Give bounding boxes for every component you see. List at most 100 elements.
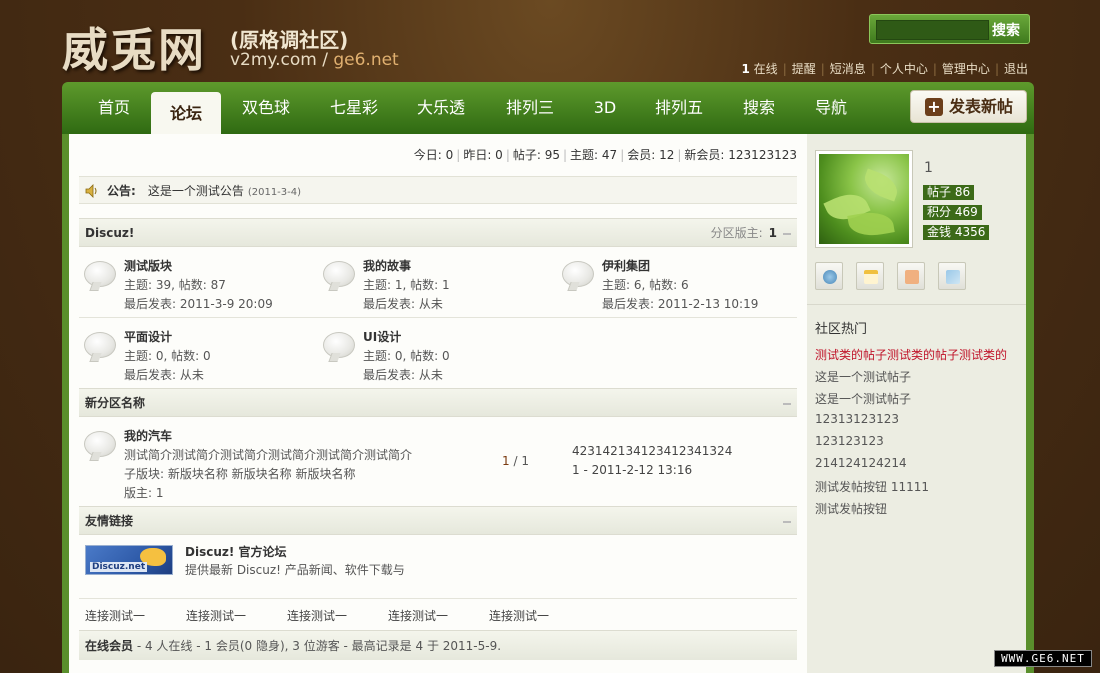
- forum-name[interactable]: 我的故事: [363, 257, 411, 274]
- hot-item[interactable]: 214124124214: [815, 456, 907, 470]
- profile-card-icon[interactable]: [938, 262, 966, 290]
- profile-link[interactable]: 个人中心: [880, 62, 928, 76]
- watermark: WWW.GE6.NET: [994, 650, 1092, 667]
- nav-qixingcai[interactable]: 七星彩: [320, 88, 388, 134]
- hot-item[interactable]: 123123123: [815, 434, 884, 448]
- category-title[interactable]: 新分区名称: [85, 396, 145, 410]
- text-link[interactable]: 连接测试一: [85, 607, 186, 624]
- nav-home[interactable]: 首页: [82, 88, 146, 134]
- link-site-name[interactable]: Discuz! 官方论坛: [185, 543, 287, 560]
- messages-link[interactable]: 短消息: [830, 62, 866, 76]
- divider: [807, 304, 1026, 305]
- logout-link[interactable]: 退出: [1004, 62, 1028, 76]
- forum-name[interactable]: 平面设计: [124, 328, 172, 345]
- text-link[interactable]: 连接测试一: [186, 607, 287, 624]
- new-post-button[interactable]: + 发表新帖: [910, 90, 1027, 123]
- online-link[interactable]: 在线: [754, 62, 778, 76]
- forum-last-post: 最后发表: 从未: [363, 297, 443, 311]
- logo-text: Discuz.net: [90, 562, 148, 572]
- speaker-icon: [85, 184, 97, 198]
- nav-search[interactable]: 搜索: [732, 88, 786, 134]
- forum-last-title[interactable]: 423142134123412341324: [572, 444, 732, 458]
- nav-pailiewu[interactable]: 排列五: [645, 88, 713, 134]
- reminder-link[interactable]: 提醒: [792, 62, 816, 76]
- nav-navigation[interactable]: 导航: [804, 88, 858, 134]
- forum-name[interactable]: 我的汽车: [124, 427, 172, 444]
- stat-today: 今日: 0: [413, 148, 454, 162]
- forum-count: 1 / 1: [502, 454, 529, 468]
- new-post-label: 发表新帖: [949, 97, 1014, 116]
- stat-yesterday: 昨日: 0: [463, 148, 503, 162]
- forum-stats: 主题: 0, 帖数: 0: [124, 349, 211, 363]
- forum-item[interactable]: 我的汽车 测试简介测试简介测试简介测试简介测试简介测试简介 子版块: 新版块名称…: [84, 427, 484, 507]
- header-search: 搜索: [869, 14, 1030, 44]
- admin-link[interactable]: 管理中心: [942, 62, 990, 76]
- avatar-image: [819, 154, 909, 244]
- hot-item[interactable]: 测试发帖按钮: [815, 500, 887, 517]
- collapse-icon[interactable]: [783, 402, 791, 405]
- forum-name[interactable]: 伊利集团: [602, 257, 650, 274]
- forum-item[interactable]: 平面设计 主题: 0, 帖数: 0 最后发表: 从未: [84, 328, 314, 388]
- discuz-logo[interactable]: Discuz.net: [85, 545, 173, 575]
- divider: [79, 317, 797, 318]
- stat-members: 会员: 12: [627, 148, 675, 162]
- forum-name[interactable]: UI设计: [363, 328, 401, 345]
- avatar[interactable]: [815, 150, 913, 248]
- link-site-desc: 提供最新 Discuz! 产品新闻、软件下载与: [185, 563, 405, 577]
- stat-topics: 主题: 47: [570, 148, 618, 162]
- money-badge: 金钱 4356: [923, 225, 990, 240]
- announcement-label: 公告:: [107, 184, 136, 198]
- announcement-date: (2011-3-4): [247, 187, 302, 198]
- text-link[interactable]: 连接测试一: [489, 607, 590, 624]
- category-header-discuz: Discuz! 分区版主: 1: [79, 218, 797, 247]
- forum-item[interactable]: UI设计 主题: 0, 帖数: 0 最后发表: 从未: [323, 328, 553, 388]
- text-links: 连接测试一 连接测试一 连接测试一 连接测试一 连接测试一: [85, 607, 590, 624]
- forum-subforums[interactable]: 子版块: 新版块名称 新版块名称 新版块名称: [124, 465, 356, 482]
- forum-item[interactable]: 我的故事 主题: 1, 帖数: 1 最后发表: 从未: [323, 257, 553, 317]
- posts-badge: 帖子 86: [923, 185, 975, 200]
- text-link[interactable]: 连接测试一: [388, 607, 489, 624]
- nav-forum[interactable]: 论坛: [151, 92, 221, 134]
- hot-item[interactable]: 测试发帖按钮 11111: [815, 478, 929, 495]
- forum-last-time[interactable]: 1 - 2011-2-12 13:16: [572, 463, 692, 477]
- announcement-text[interactable]: 这是一个测试公告: [148, 184, 244, 198]
- forum-item[interactable]: 伊利集团 主题: 6, 帖数: 6 最后发表: 2011-2-13 10:19: [562, 257, 792, 317]
- hot-item[interactable]: 测试类的帖子测试类的帖子测试类的: [815, 346, 1007, 363]
- sidebar-username[interactable]: 1: [924, 160, 933, 176]
- site-logo[interactable]: 威兎网 (原格调社区) v2my.com / ge6.net: [62, 14, 399, 77]
- nav-pailiesan[interactable]: 排列三: [496, 88, 564, 134]
- hot-item[interactable]: 这是一个测试帖子: [815, 368, 911, 385]
- search-button[interactable]: 搜索: [987, 19, 1025, 41]
- online-label[interactable]: 在线会员: [85, 639, 133, 653]
- forum-last-post[interactable]: 最后发表: 2011-2-13 10:19: [602, 295, 758, 312]
- forum-content: 今日: 0 | 昨日: 0 | 帖子: 95 | 主题: 47 | 会员: 12 | 新会员: 12…: [69, 134, 807, 673]
- text-link[interactable]: 连接测试一: [287, 607, 388, 624]
- online-members-bar: 在线会员 - 4 人在线 - 1 会员(0 隐身), 3 位游客 - 最高记录是…: [79, 630, 797, 660]
- logo-subtitle: (原格调社区): [230, 28, 349, 52]
- category-header-new: 新分区名称: [79, 388, 797, 417]
- nav-shuangseqiu[interactable]: 双色球: [232, 88, 300, 134]
- hot-item[interactable]: 12313123123: [815, 412, 899, 426]
- forum-item[interactable]: 测试版块 主题: 39, 帖数: 87 最后发表: 2011-3-9 20:09: [84, 257, 314, 317]
- category-moderator[interactable]: 1: [769, 226, 777, 240]
- hot-item[interactable]: 这是一个测试帖子: [815, 390, 911, 407]
- forum-stats: 今日: 0 | 昨日: 0 | 帖子: 95 | 主题: 47 | 会员: 12 | 新会员: 12…: [413, 148, 797, 162]
- collapse-icon[interactable]: [783, 232, 791, 235]
- collapse-icon[interactable]: [783, 520, 791, 523]
- category-title[interactable]: Discuz!: [85, 226, 134, 240]
- forum-moderator[interactable]: 版主: 1: [124, 484, 164, 501]
- stat-newest-member[interactable]: 新会员: 123123123: [684, 148, 797, 162]
- mail-icon[interactable]: [897, 262, 925, 290]
- forum-bubble-icon: [84, 261, 116, 287]
- forum-name[interactable]: 测试版块: [124, 257, 172, 274]
- forum-stats: 主题: 39, 帖数: 87: [124, 278, 226, 292]
- forum-last-post[interactable]: 最后发表: 2011-3-9 20:09: [124, 295, 273, 312]
- nav-3d[interactable]: 3D: [582, 88, 628, 134]
- search-input[interactable]: [876, 20, 989, 40]
- calendar-icon[interactable]: [856, 262, 884, 290]
- forum-last-post: 最后发表: 从未: [363, 368, 443, 382]
- plus-icon: +: [925, 98, 943, 116]
- links-header: 友情链接: [79, 506, 797, 535]
- search-icon[interactable]: [815, 262, 843, 290]
- nav-daletou[interactable]: 大乐透: [407, 88, 475, 134]
